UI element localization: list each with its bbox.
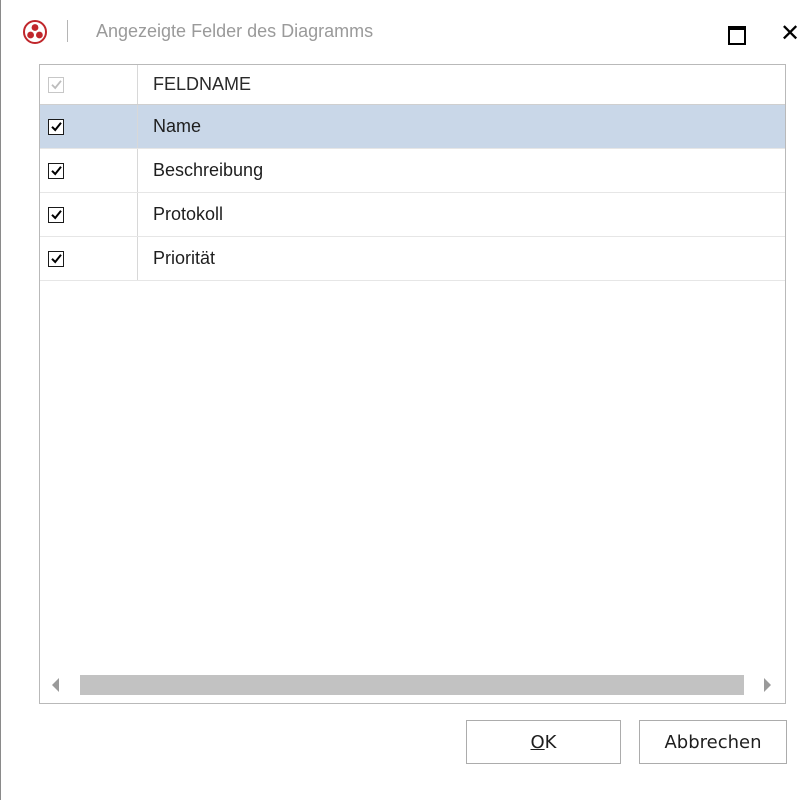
ok-mnemonic: O bbox=[530, 731, 545, 753]
row-checkbox[interactable] bbox=[48, 250, 64, 267]
title-separator bbox=[67, 20, 68, 42]
fields-grid: FELDNAME Name Beschreibung Protokoll Pri… bbox=[39, 64, 786, 704]
scroll-left-icon[interactable] bbox=[52, 678, 59, 692]
close-button[interactable]: ✕ bbox=[777, 18, 803, 48]
maximize-button[interactable] bbox=[725, 22, 749, 46]
checkmark-icon bbox=[50, 80, 62, 90]
horizontal-scrollbar[interactable] bbox=[40, 669, 785, 703]
row-checkbox[interactable] bbox=[48, 162, 64, 179]
ok-button[interactable]: OK bbox=[466, 720, 621, 764]
row-checkbox[interactable] bbox=[48, 206, 64, 223]
close-icon: ✕ bbox=[779, 19, 801, 47]
row-field-name: Name bbox=[153, 116, 202, 136]
grid-row[interactable]: Name bbox=[40, 105, 785, 149]
checkmark-icon bbox=[50, 254, 62, 264]
checkmark-icon bbox=[50, 210, 62, 220]
window-title: Angezeigte Felder des Diagramms bbox=[96, 21, 374, 41]
ok-label-rest: K bbox=[544, 731, 557, 753]
dialog-window: Angezeigte Felder des Diagramms ✕ FELDNA… bbox=[0, 0, 805, 800]
grid-row[interactable]: Priorität bbox=[40, 237, 785, 281]
row-field-name: Protokoll bbox=[153, 204, 224, 224]
row-check-cell bbox=[40, 105, 138, 148]
row-checkbox[interactable] bbox=[48, 118, 64, 135]
row-field-name: Priorität bbox=[153, 248, 216, 268]
app-logo-icon bbox=[23, 20, 47, 44]
grid-row[interactable]: Protokoll bbox=[40, 193, 785, 237]
column-header-feldname[interactable]: FELDNAME bbox=[153, 65, 251, 104]
checkmark-icon bbox=[50, 122, 62, 132]
row-check-cell bbox=[40, 237, 138, 280]
grid-header-row: FELDNAME bbox=[40, 65, 785, 105]
scrollbar-thumb[interactable] bbox=[80, 675, 744, 695]
row-check-cell bbox=[40, 149, 138, 192]
scroll-right-icon[interactable] bbox=[764, 678, 771, 692]
cancel-button[interactable]: Abbrechen bbox=[639, 720, 787, 764]
checkmark-icon bbox=[50, 166, 62, 176]
maximize-icon bbox=[728, 26, 746, 45]
header-check-cell bbox=[40, 65, 138, 104]
row-field-name: Beschreibung bbox=[153, 160, 264, 180]
row-check-cell bbox=[40, 193, 138, 236]
select-all-checkbox[interactable] bbox=[48, 76, 64, 93]
title-bar[interactable]: Angezeigte Felder des Diagramms ✕ bbox=[1, 0, 805, 64]
grid-row[interactable]: Beschreibung bbox=[40, 149, 785, 193]
